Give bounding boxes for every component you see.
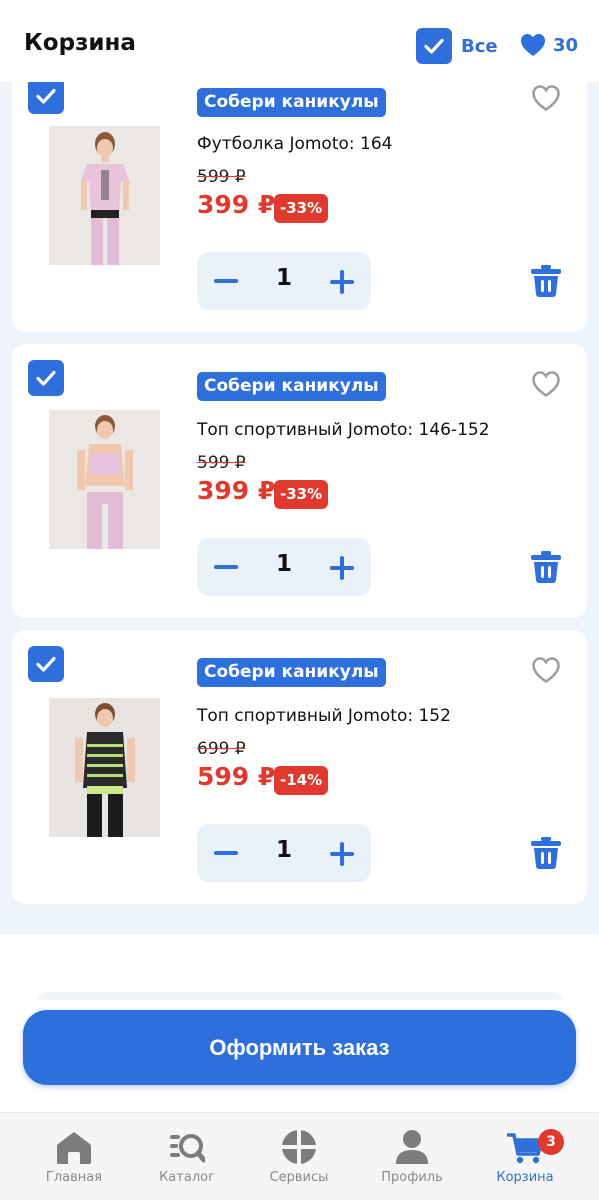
profile-icon bbox=[396, 1130, 428, 1164]
checkout-button[interactable]: Оформить заказ bbox=[23, 1010, 576, 1085]
promo-badge[interactable]: Собери каникулы bbox=[197, 372, 386, 401]
product-image[interactable] bbox=[49, 126, 160, 265]
product-image[interactable] bbox=[49, 410, 160, 549]
header: Корзина Все 30 bbox=[0, 0, 599, 82]
select-all-checkbox[interactable] bbox=[416, 28, 452, 64]
nav-label: Корзина bbox=[496, 1170, 554, 1185]
nav-item-cart[interactable]: 3 Корзина bbox=[470, 1113, 580, 1200]
current-price: 399 ₽ bbox=[197, 476, 276, 505]
increase-quantity-button[interactable] bbox=[329, 555, 355, 581]
current-price: 599 ₽ bbox=[197, 762, 276, 791]
trash-icon[interactable] bbox=[530, 836, 562, 870]
cart-item: Собери каникулы Топ спортивный Jomoto: 1… bbox=[12, 344, 587, 618]
nav-label: Каталог bbox=[159, 1170, 215, 1185]
page-title: Корзина bbox=[24, 30, 136, 56]
favorite-heart-icon[interactable] bbox=[531, 656, 561, 684]
services-icon bbox=[282, 1130, 316, 1164]
heart-icon bbox=[521, 34, 545, 56]
checkmark-icon bbox=[424, 38, 444, 54]
catalog-icon bbox=[170, 1134, 205, 1163]
favorite-heart-icon[interactable] bbox=[531, 84, 561, 112]
nav-item-profile[interactable]: Профиль bbox=[357, 1113, 467, 1200]
old-price: 699 ₽ bbox=[197, 739, 246, 759]
quantity-stepper: 1 bbox=[197, 252, 371, 310]
nav-label: Сервисы bbox=[269, 1170, 329, 1185]
discount-badge: -33% bbox=[274, 480, 329, 509]
product-name[interactable]: Топ спортивный Jomoto: 146-152 bbox=[197, 420, 490, 440]
discount-badge: -33% bbox=[274, 194, 329, 223]
decrease-quantity-button[interactable] bbox=[213, 271, 239, 291]
cart-icon bbox=[507, 1133, 543, 1164]
favorite-heart-icon[interactable] bbox=[531, 370, 561, 398]
cart-list[interactable]: Собери каникулы Футболка Jomoto: 164 599… bbox=[0, 82, 599, 934]
product-photo bbox=[49, 126, 160, 265]
checkmark-icon bbox=[36, 88, 56, 104]
cart-count-badge: 3 bbox=[538, 1129, 564, 1155]
home-icon bbox=[57, 1132, 91, 1164]
decrease-quantity-button[interactable] bbox=[213, 843, 239, 863]
nav-item-catalog[interactable]: Каталог bbox=[132, 1113, 242, 1200]
item-checkbox[interactable] bbox=[28, 82, 64, 114]
quantity-value: 1 bbox=[275, 265, 292, 291]
product-photo bbox=[49, 410, 160, 549]
old-price: 599 ₽ bbox=[197, 167, 246, 187]
product-name[interactable]: Топ спортивный Jomoto: 152 bbox=[197, 706, 451, 726]
select-all-toggle[interactable]: Все bbox=[416, 28, 498, 64]
trash-icon[interactable] bbox=[530, 550, 562, 584]
increase-quantity-button[interactable] bbox=[329, 841, 355, 867]
increase-quantity-button[interactable] bbox=[329, 269, 355, 295]
cart-item: Собери каникулы Топ спортивный Jomoto: 1… bbox=[12, 630, 587, 904]
quantity-value: 1 bbox=[275, 551, 292, 577]
bottom-navigation: Главная Каталог Сервисы Профиль 3 Корзин… bbox=[0, 1112, 599, 1200]
promo-badge[interactable]: Собери каникулы bbox=[197, 88, 386, 117]
nav-item-services[interactable]: Сервисы bbox=[244, 1113, 354, 1200]
favorites-link[interactable]: 30 bbox=[520, 33, 578, 57]
item-checkbox[interactable] bbox=[28, 646, 64, 682]
discount-badge: -14% bbox=[274, 766, 329, 795]
product-name[interactable]: Футболка Jomoto: 164 bbox=[197, 134, 392, 154]
decrease-quantity-button[interactable] bbox=[213, 557, 239, 577]
checkmark-icon bbox=[36, 656, 56, 672]
nav-label: Главная bbox=[45, 1170, 103, 1185]
item-checkbox[interactable] bbox=[28, 360, 64, 396]
cart-item: Собери каникулы Футболка Jomoto: 164 599… bbox=[12, 82, 587, 332]
favorites-count: 30 bbox=[553, 34, 579, 56]
quantity-value: 1 bbox=[275, 837, 292, 863]
nav-label: Профиль bbox=[381, 1170, 443, 1185]
checkmark-icon bbox=[36, 370, 56, 386]
nav-item-home[interactable]: Главная bbox=[19, 1113, 129, 1200]
select-all-label: Все bbox=[461, 35, 498, 57]
quantity-stepper: 1 bbox=[197, 824, 371, 882]
old-price: 599 ₽ bbox=[197, 453, 246, 473]
current-price: 399 ₽ bbox=[197, 190, 276, 219]
promo-badge[interactable]: Собери каникулы bbox=[197, 658, 386, 687]
trash-icon[interactable] bbox=[530, 264, 562, 298]
product-photo bbox=[49, 698, 160, 837]
quantity-stepper: 1 bbox=[197, 538, 371, 596]
product-image[interactable] bbox=[49, 698, 160, 837]
